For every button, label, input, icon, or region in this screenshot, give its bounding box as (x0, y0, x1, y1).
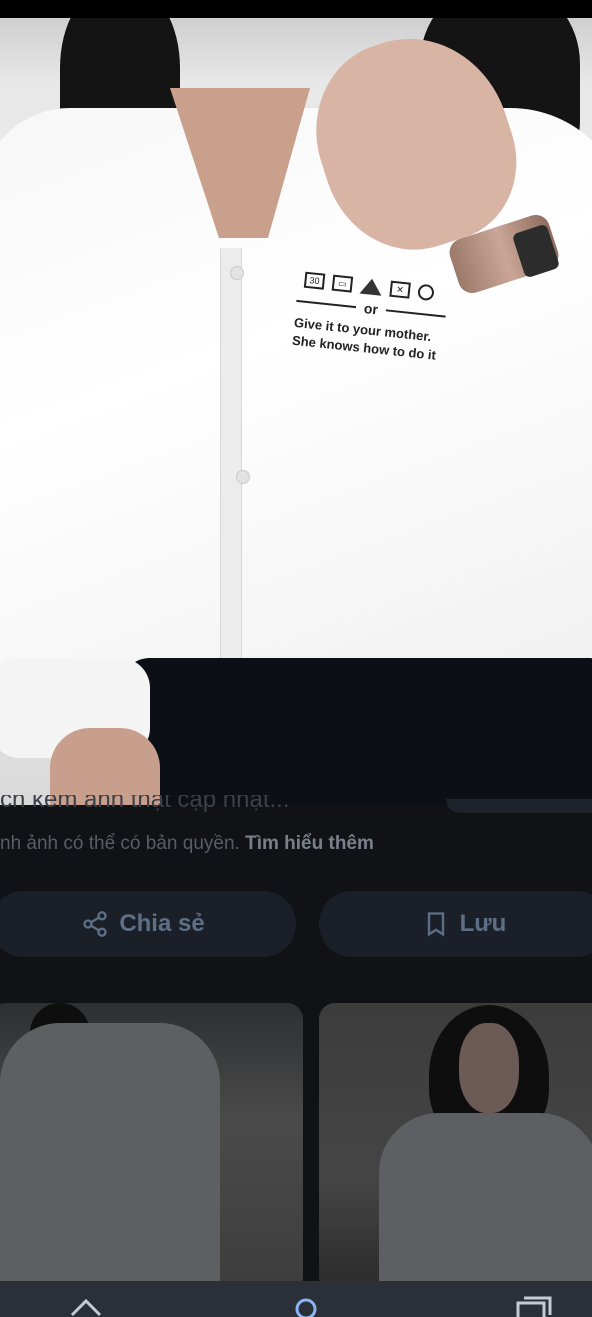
copyright-notice: nh ảnh có thể có bản quyền. Tìm hiểu thê… (0, 833, 374, 855)
share-button[interactable]: Chia sẻ (0, 891, 296, 957)
related-image-thumbnail[interactable] (319, 1003, 592, 1293)
save-label: Lưu (459, 910, 507, 937)
print-or-text: or (363, 300, 379, 318)
image-pants (120, 658, 592, 805)
main-image[interactable]: 30 ▭ ✕ or Give it to your mother. She kn… (0, 18, 592, 805)
share-label: Chia sẻ (119, 910, 205, 937)
image-shirt-button (230, 266, 244, 280)
iron-icon: ▭ (331, 274, 354, 293)
copyright-text: nh ảnh có thể có bản quyền. (0, 833, 240, 854)
result-title[interactable]: ch kèm ảnh thật cập nhật... (0, 795, 400, 819)
bottom-navigation (0, 1281, 592, 1317)
home-icon (70, 1298, 102, 1317)
bleach-icon (359, 277, 384, 296)
nav-home[interactable] (66, 1295, 106, 1317)
thumb-face (459, 1023, 519, 1113)
nav-search[interactable] (286, 1295, 326, 1317)
tumble-dry-icon: ✕ (389, 280, 411, 299)
visit-chip[interactable] (446, 799, 592, 813)
learn-more-link[interactable]: Tìm hiểu thêm (245, 833, 374, 854)
image-arm (50, 728, 160, 805)
wash-icon: 30 (303, 271, 326, 290)
share-icon (83, 911, 107, 937)
related-image-thumbnail[interactable] (0, 1003, 303, 1293)
save-button[interactable]: Lưu (319, 891, 592, 957)
image-shirt-button (236, 470, 250, 484)
thumb-shirt (379, 1113, 592, 1293)
image-details-panel: ch kèm ảnh thật cập nhật... nh ảnh có th… (0, 795, 592, 1293)
search-icon (295, 1298, 317, 1317)
thumb-shirt (0, 1023, 220, 1293)
dry-clean-icon (417, 283, 435, 302)
tabs-icon (516, 1296, 552, 1317)
image-placket (220, 248, 242, 668)
bookmark-icon (427, 912, 444, 937)
status-bar (0, 0, 592, 18)
nav-tabs[interactable] (514, 1295, 554, 1317)
